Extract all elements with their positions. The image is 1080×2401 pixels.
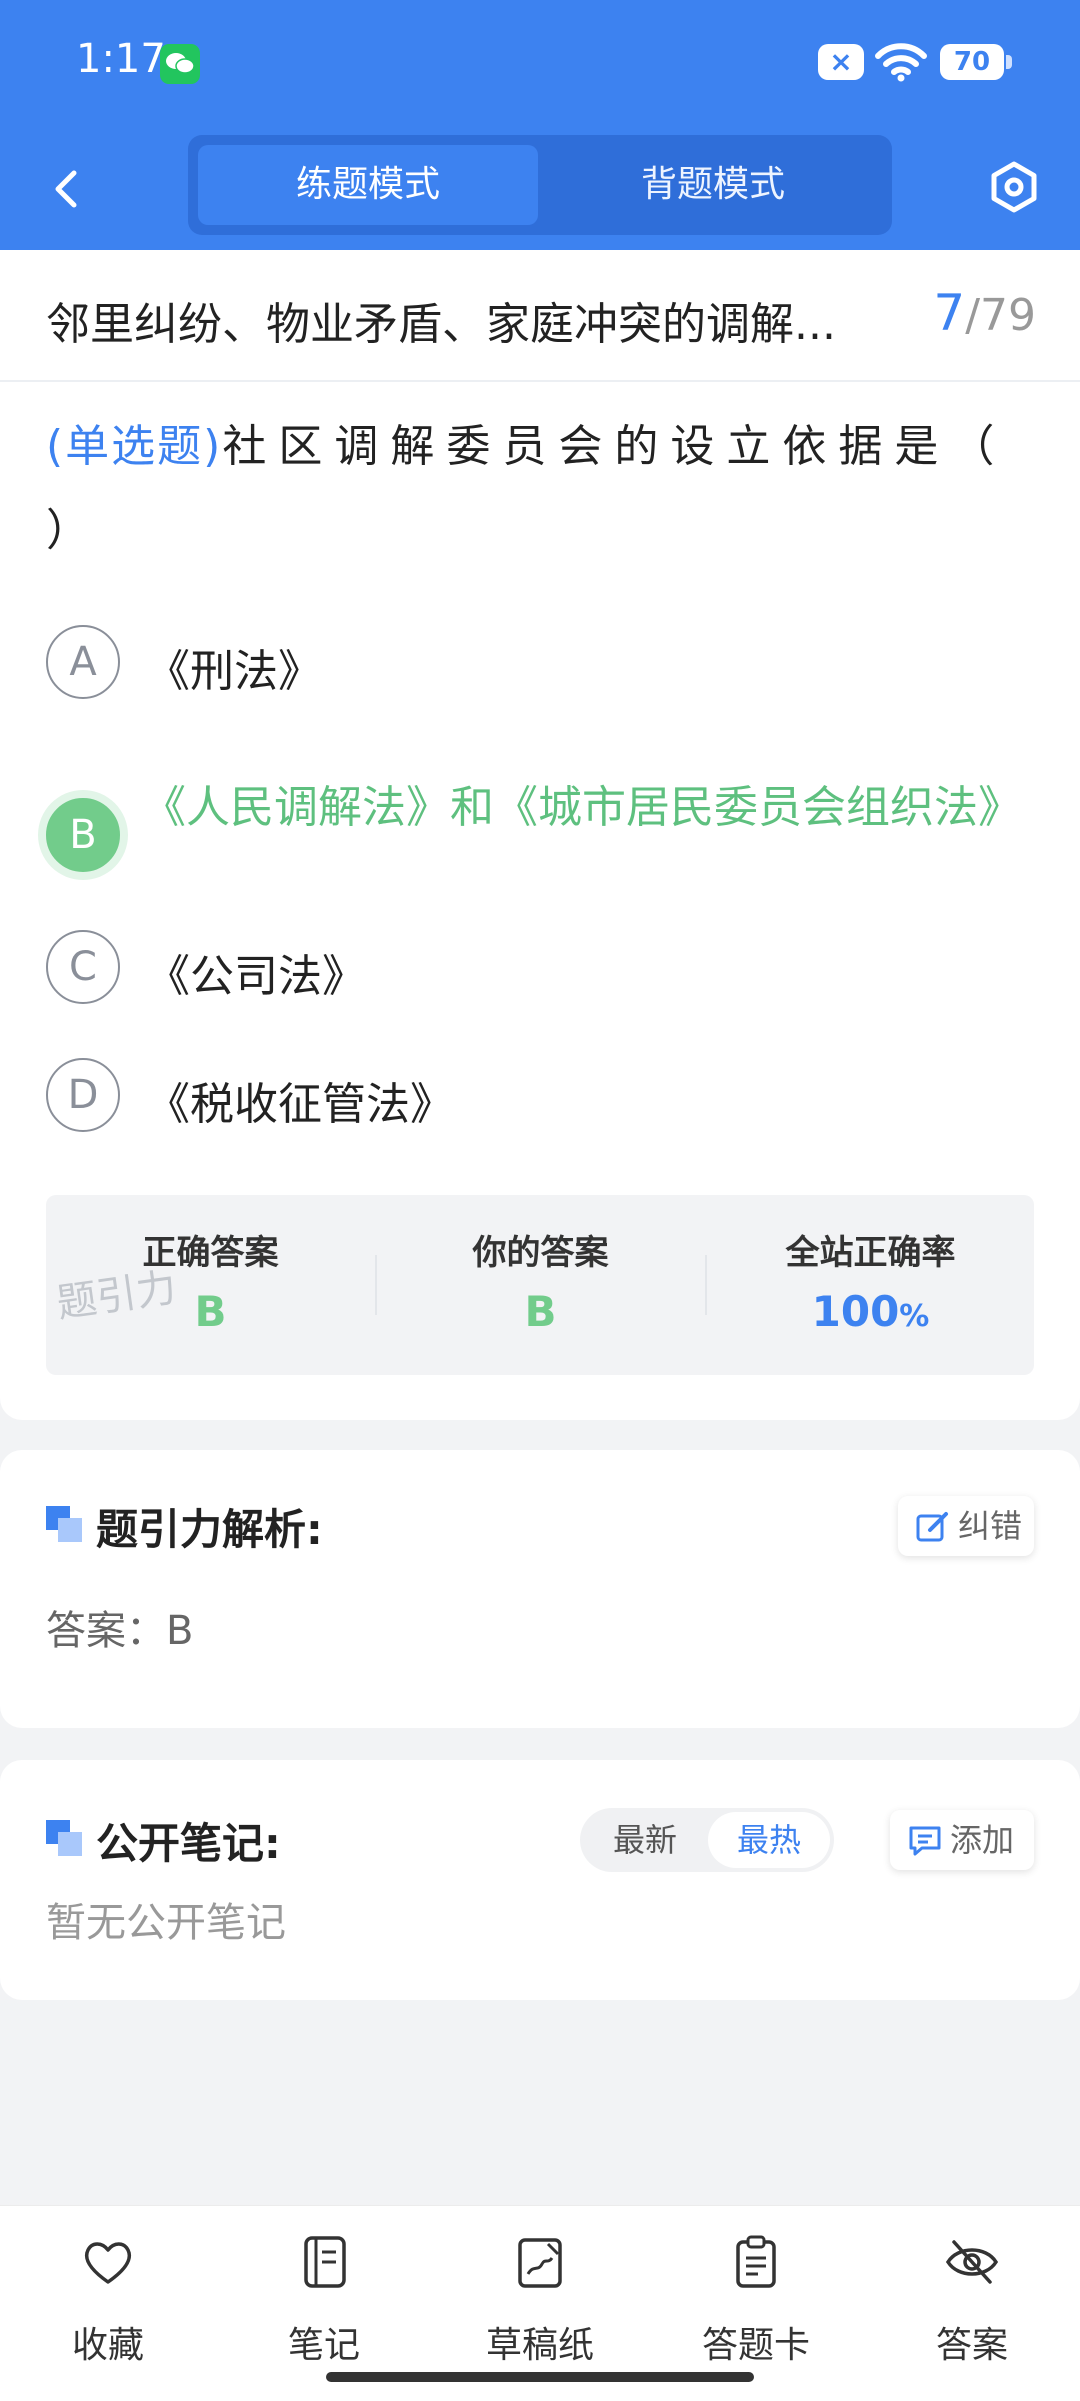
section-icon — [46, 1820, 82, 1856]
battery-icon: 70 — [940, 44, 1012, 80]
question-stem: (单选题)社区调解委员会的设立依据是（ ） — [46, 405, 1036, 573]
notes-sort-toggle: 最新 最热 — [580, 1808, 834, 1872]
heart-icon — [84, 2242, 132, 2284]
comment-icon — [909, 1826, 941, 1856]
edit-icon — [916, 1512, 948, 1542]
eye-off-icon — [945, 2240, 999, 2284]
option-text: 《税收征管法》 — [146, 1079, 454, 1130]
tab-favorite[interactable]: 收藏 — [0, 2206, 216, 2401]
accuracy-number: 100 — [811, 1287, 900, 1336]
wifi-icon — [875, 43, 927, 82]
notes-title: 公开笔记: — [96, 1819, 281, 1868]
back-icon[interactable] — [44, 165, 92, 213]
notification-x-icon: × — [818, 44, 864, 80]
option-text: 《公司法》 — [146, 951, 366, 1002]
option-text: 《刑法》 — [146, 646, 322, 697]
clipboard-icon — [736, 2235, 776, 2288]
chapter-title: 邻里纠纷、物业矛盾、家庭冲突的调解... — [46, 299, 836, 350]
option-letter: A — [46, 625, 120, 699]
status-time: 1:17 — [76, 36, 166, 82]
section-icon — [46, 1506, 82, 1542]
tab-label: 答案 — [935, 2325, 1008, 2366]
tab-label: 笔记 — [287, 2325, 360, 2366]
mode-switch: 练题模式 背题模式 — [188, 135, 892, 235]
stat-accuracy: 全站正确率 100% — [706, 1195, 1035, 1375]
accuracy-unit: % — [899, 1299, 930, 1334]
status-bar: 1:17 × 70 — [0, 0, 1080, 125]
empty-notes-text: 暂无公开笔记 — [46, 1900, 286, 1946]
sort-hot[interactable]: 最热 — [708, 1812, 830, 1868]
tab-show-answer[interactable]: 答案 — [864, 2206, 1080, 2401]
tab-label: 答题卡 — [701, 2325, 810, 2366]
option-letter: B — [46, 798, 120, 872]
option-letter: D — [46, 1058, 120, 1132]
wechat-icon — [160, 44, 200, 84]
option-c[interactable]: C 《公司法》 — [46, 930, 1036, 1010]
notes-card: 公开笔记: 最新 最热 添加 暂无公开笔记 — [0, 1760, 1080, 2000]
option-a[interactable]: A 《刑法》 — [46, 625, 1036, 705]
notebook-icon — [304, 2236, 346, 2288]
settings-icon[interactable] — [986, 159, 1042, 215]
stat-your-answer: 你的答案 B — [376, 1195, 705, 1375]
tab-practice-mode[interactable]: 练题模式 — [198, 145, 538, 225]
current-index: 7 — [933, 284, 966, 342]
report-error-button[interactable]: 纠错 — [898, 1496, 1034, 1556]
question-counter: 7/79 — [933, 284, 1036, 342]
tab-label: 草稿纸 — [485, 2325, 594, 2366]
answer-stats: 正确答案 B 你的答案 B 全站正确率 100% 题引力 — [46, 1195, 1034, 1375]
analysis-answer: 答案：B — [46, 1608, 194, 1654]
stat-value: 100% — [706, 1287, 1035, 1336]
report-error-label: 纠错 — [958, 1507, 1023, 1545]
question-type: (单选题) — [46, 421, 223, 472]
option-letter: C — [46, 930, 120, 1004]
total-count: /79 — [965, 290, 1036, 341]
tab-memorize-mode[interactable]: 背题模式 — [543, 145, 883, 225]
stat-value: B — [524, 1287, 557, 1336]
sort-latest[interactable]: 最新 — [584, 1812, 706, 1868]
divider — [0, 380, 1080, 382]
tab-label: 收藏 — [71, 2325, 144, 2366]
stat-label: 你的答案 — [472, 1233, 609, 1273]
option-b[interactable]: B 《人民调解法》和《城市居民委员会组织法》 — [46, 780, 1036, 900]
question-card: 邻里纠纷、物业矛盾、家庭冲突的调解... 7/79 (单选题)社区调解委员会的设… — [0, 250, 1080, 1420]
analysis-card: 题引力解析: 纠错 答案：B — [0, 1450, 1080, 1728]
add-note-label: 添加 — [950, 1821, 1015, 1859]
draft-icon — [518, 2238, 562, 2288]
stat-label: 全站正确率 — [785, 1233, 956, 1273]
home-indicator[interactable] — [326, 2372, 754, 2382]
analysis-title: 题引力解析: — [96, 1505, 323, 1554]
option-text: 《人民调解法》和《城市居民委员会组织法》 — [142, 782, 1022, 833]
option-d[interactable]: D 《税收征管法》 — [46, 1058, 1036, 1138]
nav-row: 练题模式 背题模式 — [0, 125, 1080, 250]
add-note-button[interactable]: 添加 — [890, 1810, 1034, 1870]
top-header: 1:17 × 70 练题模式 背题模式 — [0, 0, 1080, 250]
